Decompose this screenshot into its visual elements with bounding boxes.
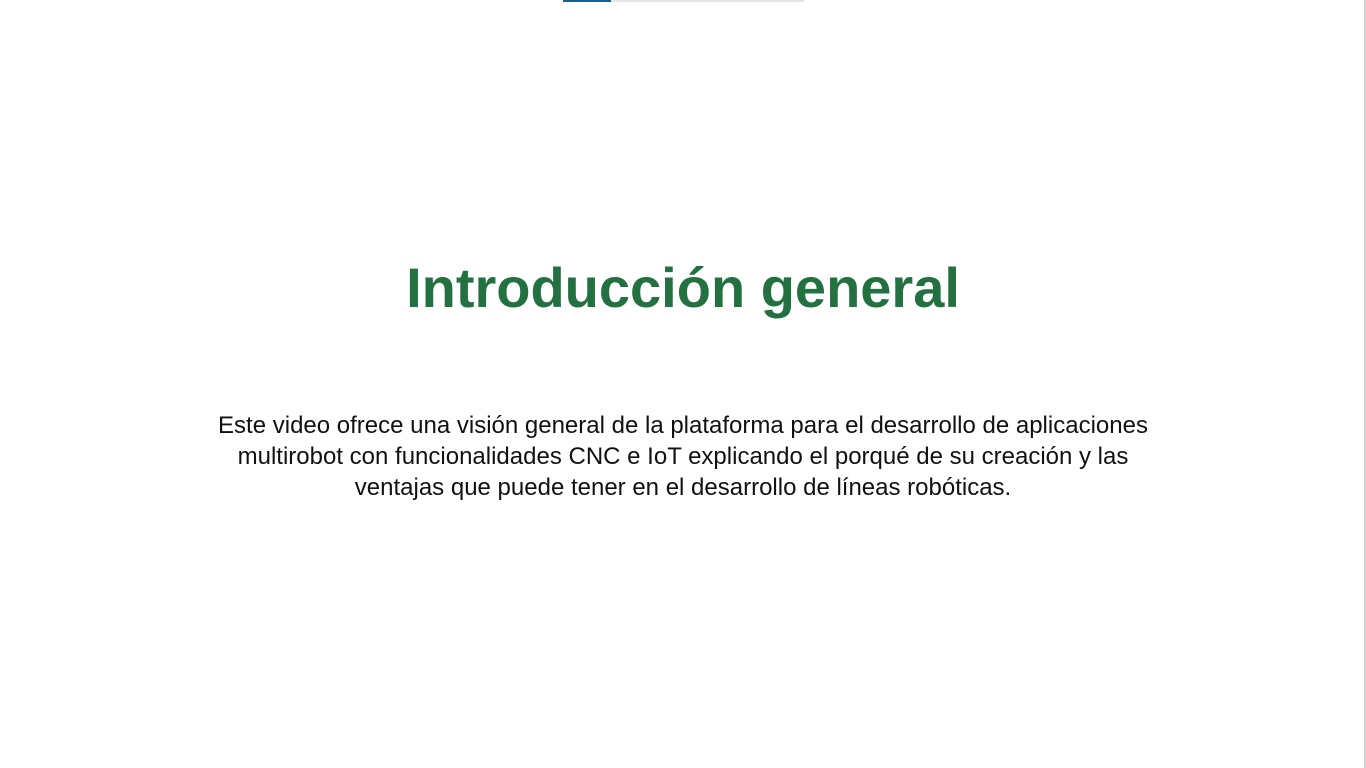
slide-title: Introducción general xyxy=(406,256,960,319)
slide-description: Este video ofrece una visión general de … xyxy=(218,412,1148,501)
progress-bar xyxy=(563,0,804,2)
progress-bar-fill xyxy=(563,0,612,2)
